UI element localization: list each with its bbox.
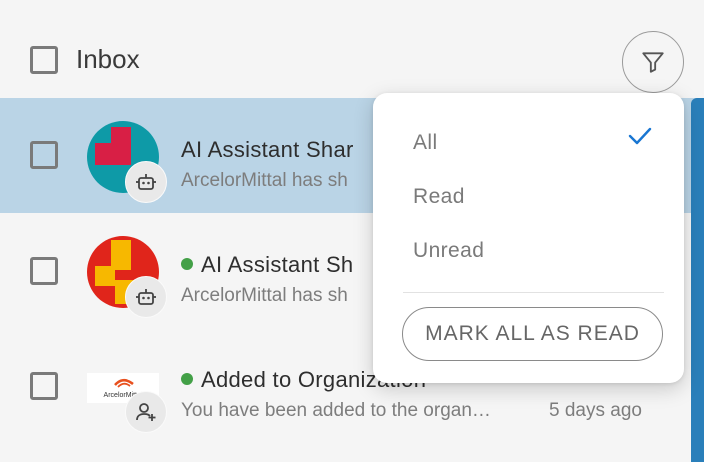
page-title: Inbox [76,44,140,74]
check-icon [628,127,652,145]
menu-divider [403,292,664,293]
robot-icon [136,289,156,305]
row-checkbox[interactable] [30,257,58,285]
filter-option-unread[interactable]: Unread [413,239,484,263]
notification-title: AI Assistant Shar [181,137,354,162]
row-checkbox[interactable] [30,372,58,400]
notification-subtitle: You have been added to the organ… [181,400,491,421]
filter-option-read[interactable]: Read [413,185,465,209]
notification-subtitle: ArcelorMittal has sh [181,170,348,191]
notification-subtitle: ArcelorMittal has sh [181,285,348,306]
badge-robot [125,161,167,203]
filter-icon [642,52,664,73]
badge-robot [125,276,167,318]
notification-title-text: AI Assistant Sh [201,252,354,277]
notification-time: 5 days ago [549,400,642,421]
unread-dot [181,258,193,271]
select-all-checkbox[interactable] [30,46,58,74]
badge-add-user [125,391,167,433]
row-checkbox[interactable] [30,141,58,169]
robot-icon [136,174,156,190]
add-user-icon [136,403,156,421]
mark-all-read-button[interactable]: MARK ALL AS READ [402,307,663,361]
filter-menu: All Read Unread MARK ALL AS READ [373,93,684,383]
filter-button[interactable] [622,31,684,93]
unread-dot [181,373,193,386]
scrollbar[interactable] [691,98,704,462]
notification-title: AI Assistant Sh [181,252,353,278]
filter-option-all[interactable]: All [413,131,438,155]
